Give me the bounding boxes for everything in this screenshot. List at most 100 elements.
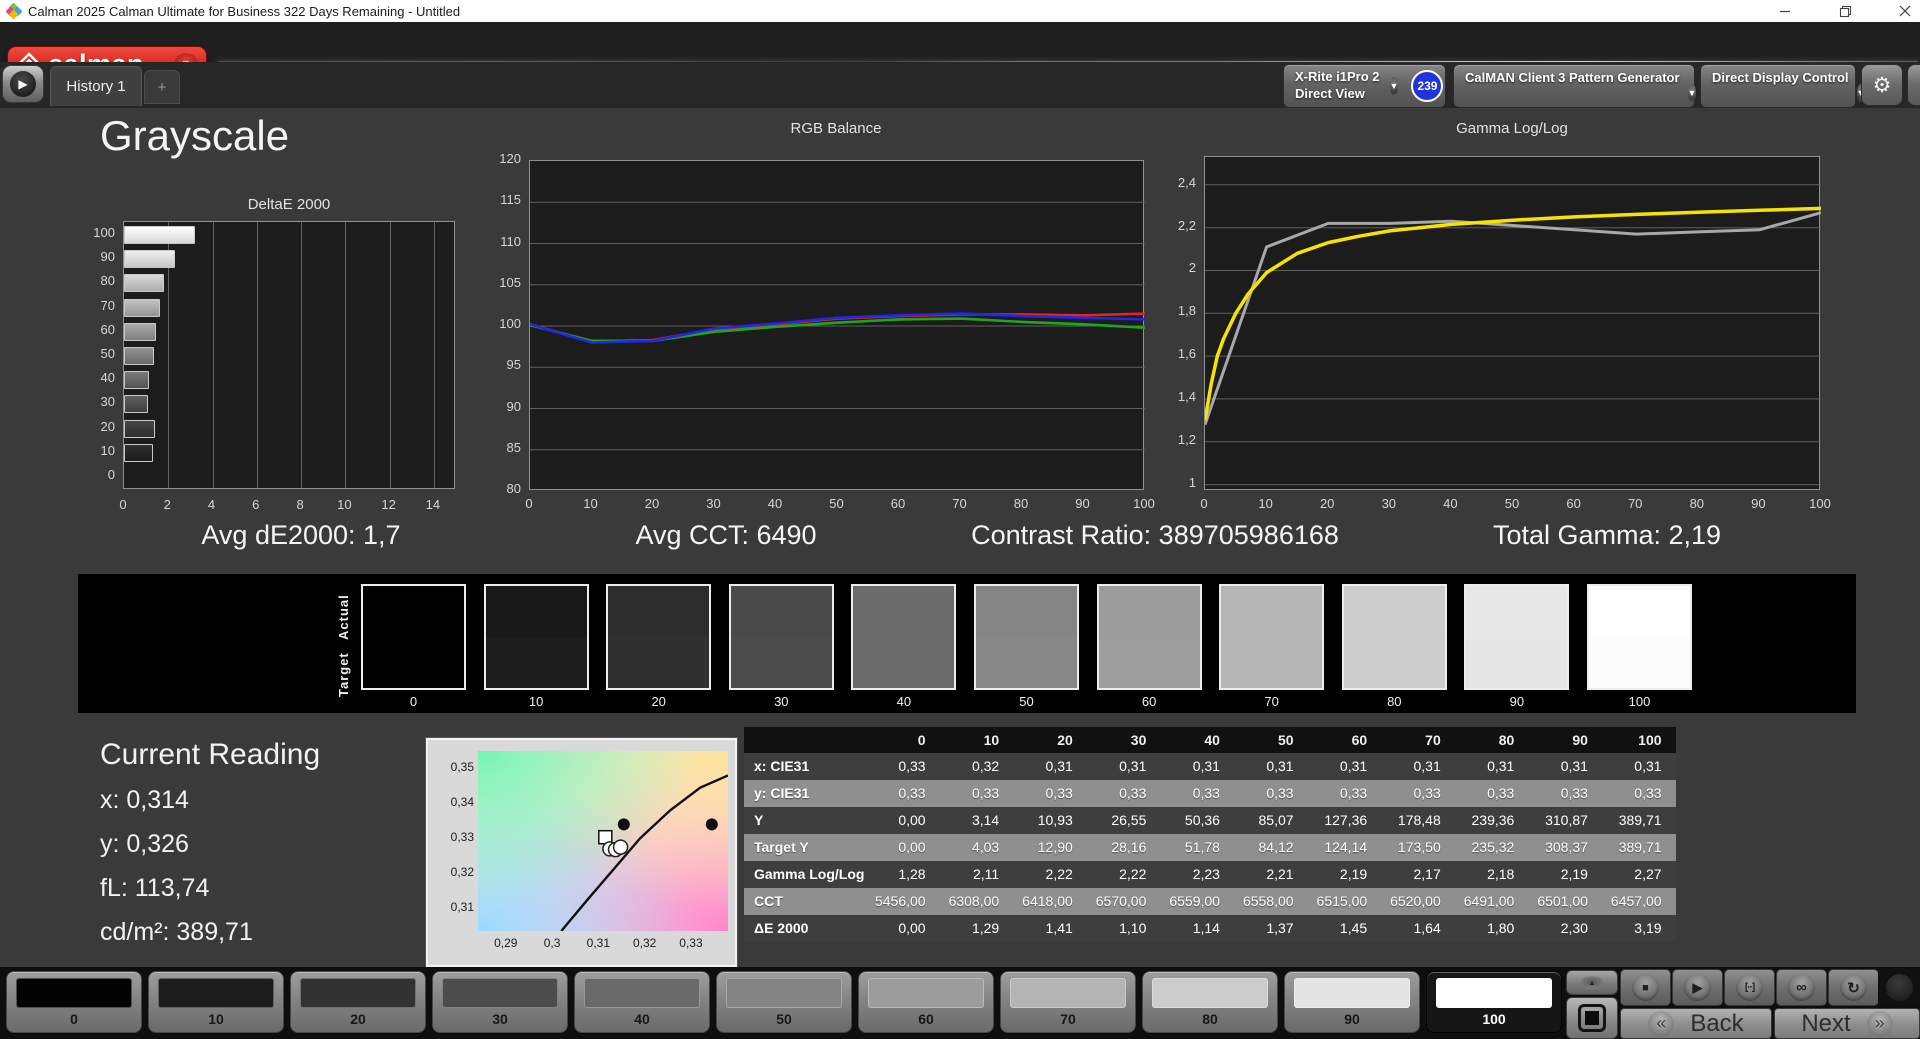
pattern-level-button-100[interactable]: 100	[1426, 971, 1562, 1033]
gamma-y-tick: 1,8	[1177, 303, 1196, 319]
pattern-level-button-80[interactable]: 80	[1142, 971, 1278, 1033]
close-button[interactable]	[1898, 4, 1912, 18]
table-row: CCT 5456,00 6308,00 6418,00 6570,00 6559,00 65…	[744, 888, 1676, 915]
gamma-x-tick: 50	[1504, 496, 1520, 511]
actual-swatch	[485, 586, 587, 637]
rgb-x-tick: 60	[890, 496, 906, 511]
back-chevron-icon: «	[1648, 1010, 1675, 1037]
swatch-label: 0	[409, 694, 418, 709]
record-icon[interactable]	[1885, 974, 1913, 1001]
add-tab-button[interactable]: +	[144, 70, 180, 104]
pattern-generator-button[interactable]: CalMAN Client 3 Pattern Generator ▼	[1453, 64, 1697, 108]
play-button[interactable]: ▶	[1672, 969, 1723, 1006]
column-header: 20	[1057, 732, 1073, 748]
level-swatch	[16, 978, 132, 1008]
column-header: 50	[1277, 732, 1294, 748]
pattern-window-button[interactable]	[1566, 997, 1618, 1039]
pattern-level-button-0[interactable]: 0	[6, 971, 142, 1033]
stop-button[interactable]: ■	[1620, 969, 1671, 1006]
reading-x: x: 0,314	[100, 786, 189, 814]
pattern-level-button-10[interactable]: 10	[148, 971, 284, 1033]
pattern-level-button-70[interactable]: 70	[1000, 971, 1136, 1033]
rgb-x-tick: 50	[829, 496, 844, 511]
row-label: Target Y	[754, 839, 809, 855]
next-button[interactable]: Next »	[1774, 1008, 1920, 1039]
column-header: 60	[1351, 732, 1368, 748]
rgb-series-green	[529, 317, 1146, 343]
collapse-panel-button[interactable]: ◀	[1907, 64, 1920, 106]
table-cell: 84,12	[1258, 839, 1294, 855]
swatch-label: 30	[774, 694, 789, 709]
rgb-x-tick: 40	[767, 496, 783, 511]
table-cell: 0,33	[1413, 785, 1441, 801]
table-cell: 51,78	[1184, 839, 1220, 855]
swatch-label: 80	[1387, 694, 1402, 709]
meter-device-button[interactable]: X-Rite i1Pro 2 Direct View ▼ 239	[1283, 64, 1446, 108]
deltae-bar	[124, 419, 156, 438]
level-label: 80	[1202, 1011, 1218, 1027]
tab-history-1[interactable]: History 1	[50, 66, 142, 106]
rgb-y-tick: 95	[506, 357, 521, 373]
settings-button[interactable]: ⚙	[1861, 64, 1903, 106]
target-swatch	[1589, 637, 1690, 688]
level-swatch	[442, 978, 558, 1008]
pattern-level-button-90[interactable]: 90	[1284, 971, 1420, 1033]
step-button[interactable]: [··]	[1724, 969, 1775, 1006]
table-cell: 0,31	[1045, 758, 1073, 774]
deltae-x-tick: 14	[425, 497, 441, 512]
deltae-x-tick: 10	[337, 497, 352, 512]
deltae-y-tick: 50	[100, 346, 115, 361]
slide-panel-button[interactable]: ▶	[2, 65, 44, 103]
level-swatch	[1152, 978, 1268, 1008]
actual-swatch	[363, 586, 464, 637]
level-swatch	[584, 978, 700, 1008]
table-cell: 6515,00	[1316, 893, 1368, 909]
swatch-label: 100	[1628, 694, 1651, 709]
table-cell: 0,31	[1634, 758, 1662, 774]
meter-dropdown-icon[interactable]: ▼	[1389, 77, 1399, 95]
restore-button[interactable]	[1838, 4, 1852, 18]
meter-count-badge[interactable]: 239	[1411, 70, 1444, 102]
level-swatch	[1294, 978, 1410, 1008]
level-label: 40	[634, 1011, 650, 1027]
generator-dropdown-icon[interactable]: ▼	[1687, 84, 1697, 102]
continuous-button[interactable]: ∞	[1776, 969, 1827, 1006]
current-reading-title: Current Reading	[100, 738, 321, 771]
deltae-y-tick: 10	[100, 442, 115, 458]
table-cell: 26,55	[1111, 812, 1147, 828]
minimize-button[interactable]	[1778, 4, 1792, 18]
gear-icon: ⚙	[1872, 73, 1892, 97]
table-cell: 2,23	[1192, 866, 1220, 882]
actual-swatch	[608, 586, 710, 637]
pattern-window-up-button[interactable]: ▲	[1566, 970, 1618, 995]
table-cell: 5456,00	[874, 893, 926, 909]
gamma-y-tick: 1,6	[1177, 346, 1196, 362]
display-control-button[interactable]: Direct Display Control ▼	[1700, 64, 1866, 108]
pattern-level-button-50[interactable]: 50	[716, 971, 852, 1033]
cie-y-tick: 0,33	[450, 829, 474, 844]
swatch-label: 10	[528, 694, 544, 709]
actual-row-label: Actual	[336, 594, 351, 640]
gamma-x-tick: 0	[1200, 496, 1208, 511]
back-button[interactable]: « Back	[1620, 1008, 1772, 1039]
pattern-level-button-60[interactable]: 60	[858, 971, 994, 1033]
rgb-x-tick: 90	[1075, 496, 1090, 511]
reading-fl: fL: 113,74	[100, 874, 210, 902]
swatch-label: 20	[651, 694, 666, 709]
pattern-level-button-30[interactable]: 30	[432, 971, 568, 1033]
table-cell: 0,31	[1487, 758, 1515, 774]
deltae-chart-title: DeltaE 2000	[247, 196, 331, 213]
pattern-generator-label: CalMAN Client 3 Pattern Generator	[1465, 70, 1680, 85]
pattern-level-button-40[interactable]: 40	[574, 971, 710, 1033]
deltae-x-tick: 4	[207, 497, 216, 512]
table-cell: 0,31	[1266, 758, 1294, 774]
gamma-y-tick: 1	[1188, 474, 1196, 490]
grayscale-swatch-80	[1341, 584, 1447, 690]
level-label: 30	[492, 1011, 508, 1027]
level-label: 100	[1482, 1011, 1506, 1027]
table-cell: 0,33	[1119, 785, 1147, 801]
table-cell: 2,22	[1045, 866, 1073, 882]
gamma-y-tick: 1,2	[1177, 431, 1196, 447]
refresh-button[interactable]: ↻	[1828, 969, 1879, 1006]
pattern-level-button-20[interactable]: 20	[290, 971, 426, 1033]
